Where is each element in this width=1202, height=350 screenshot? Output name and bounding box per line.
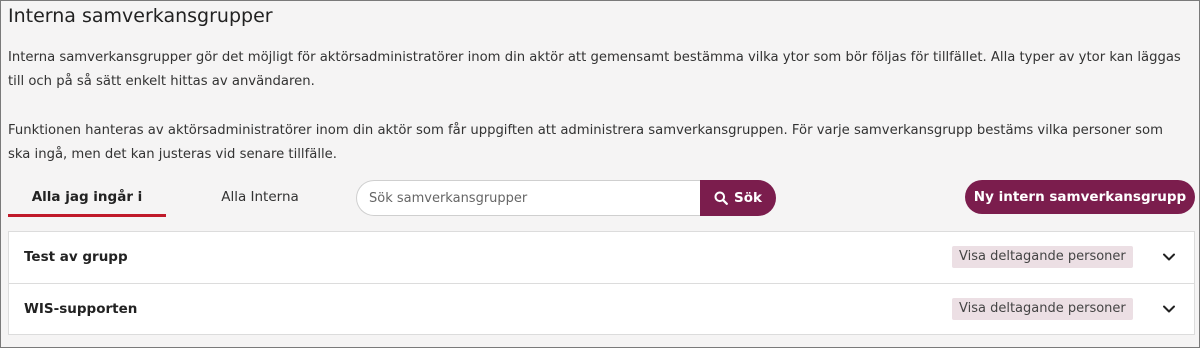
search-button[interactable]: Sök xyxy=(700,180,776,216)
group-row[interactable]: WIS-supporten Visa deltagande personer xyxy=(9,284,1194,335)
search-button-label: Sök xyxy=(734,190,762,206)
group-list: Test av grupp Visa deltagande personer W… xyxy=(8,231,1195,335)
group-name: Test av grupp xyxy=(24,249,128,265)
search-input[interactable] xyxy=(356,180,700,216)
new-internal-group-button[interactable]: Ny intern samverkansgrupp xyxy=(965,180,1195,214)
show-participants-button[interactable]: Visa deltagande personer xyxy=(952,298,1133,320)
intro-paragraph-1: Interna samverkansgrupper gör det möjlig… xyxy=(8,50,1181,89)
group-name: WIS-supporten xyxy=(24,301,138,317)
search-icon xyxy=(714,191,728,205)
tab-alla-jag-ingar-i[interactable]: Alla jag ingår i xyxy=(8,179,166,217)
page-title: Interna samverkansgrupper xyxy=(8,5,273,27)
group-row[interactable]: Test av grupp Visa deltagande personer xyxy=(9,232,1194,284)
search-bar: Sök xyxy=(356,180,776,216)
intro-paragraph-2: Funktionen hanteras av aktörsadministrat… xyxy=(8,123,1163,162)
app-window: Interna samverkansgrupper Interna samver… xyxy=(0,0,1200,348)
tab-alla-interna[interactable]: Alla Interna xyxy=(182,179,338,217)
chevron-down-icon[interactable] xyxy=(1161,301,1177,317)
chevron-down-icon[interactable] xyxy=(1161,249,1177,265)
show-participants-button[interactable]: Visa deltagande personer xyxy=(952,246,1133,268)
